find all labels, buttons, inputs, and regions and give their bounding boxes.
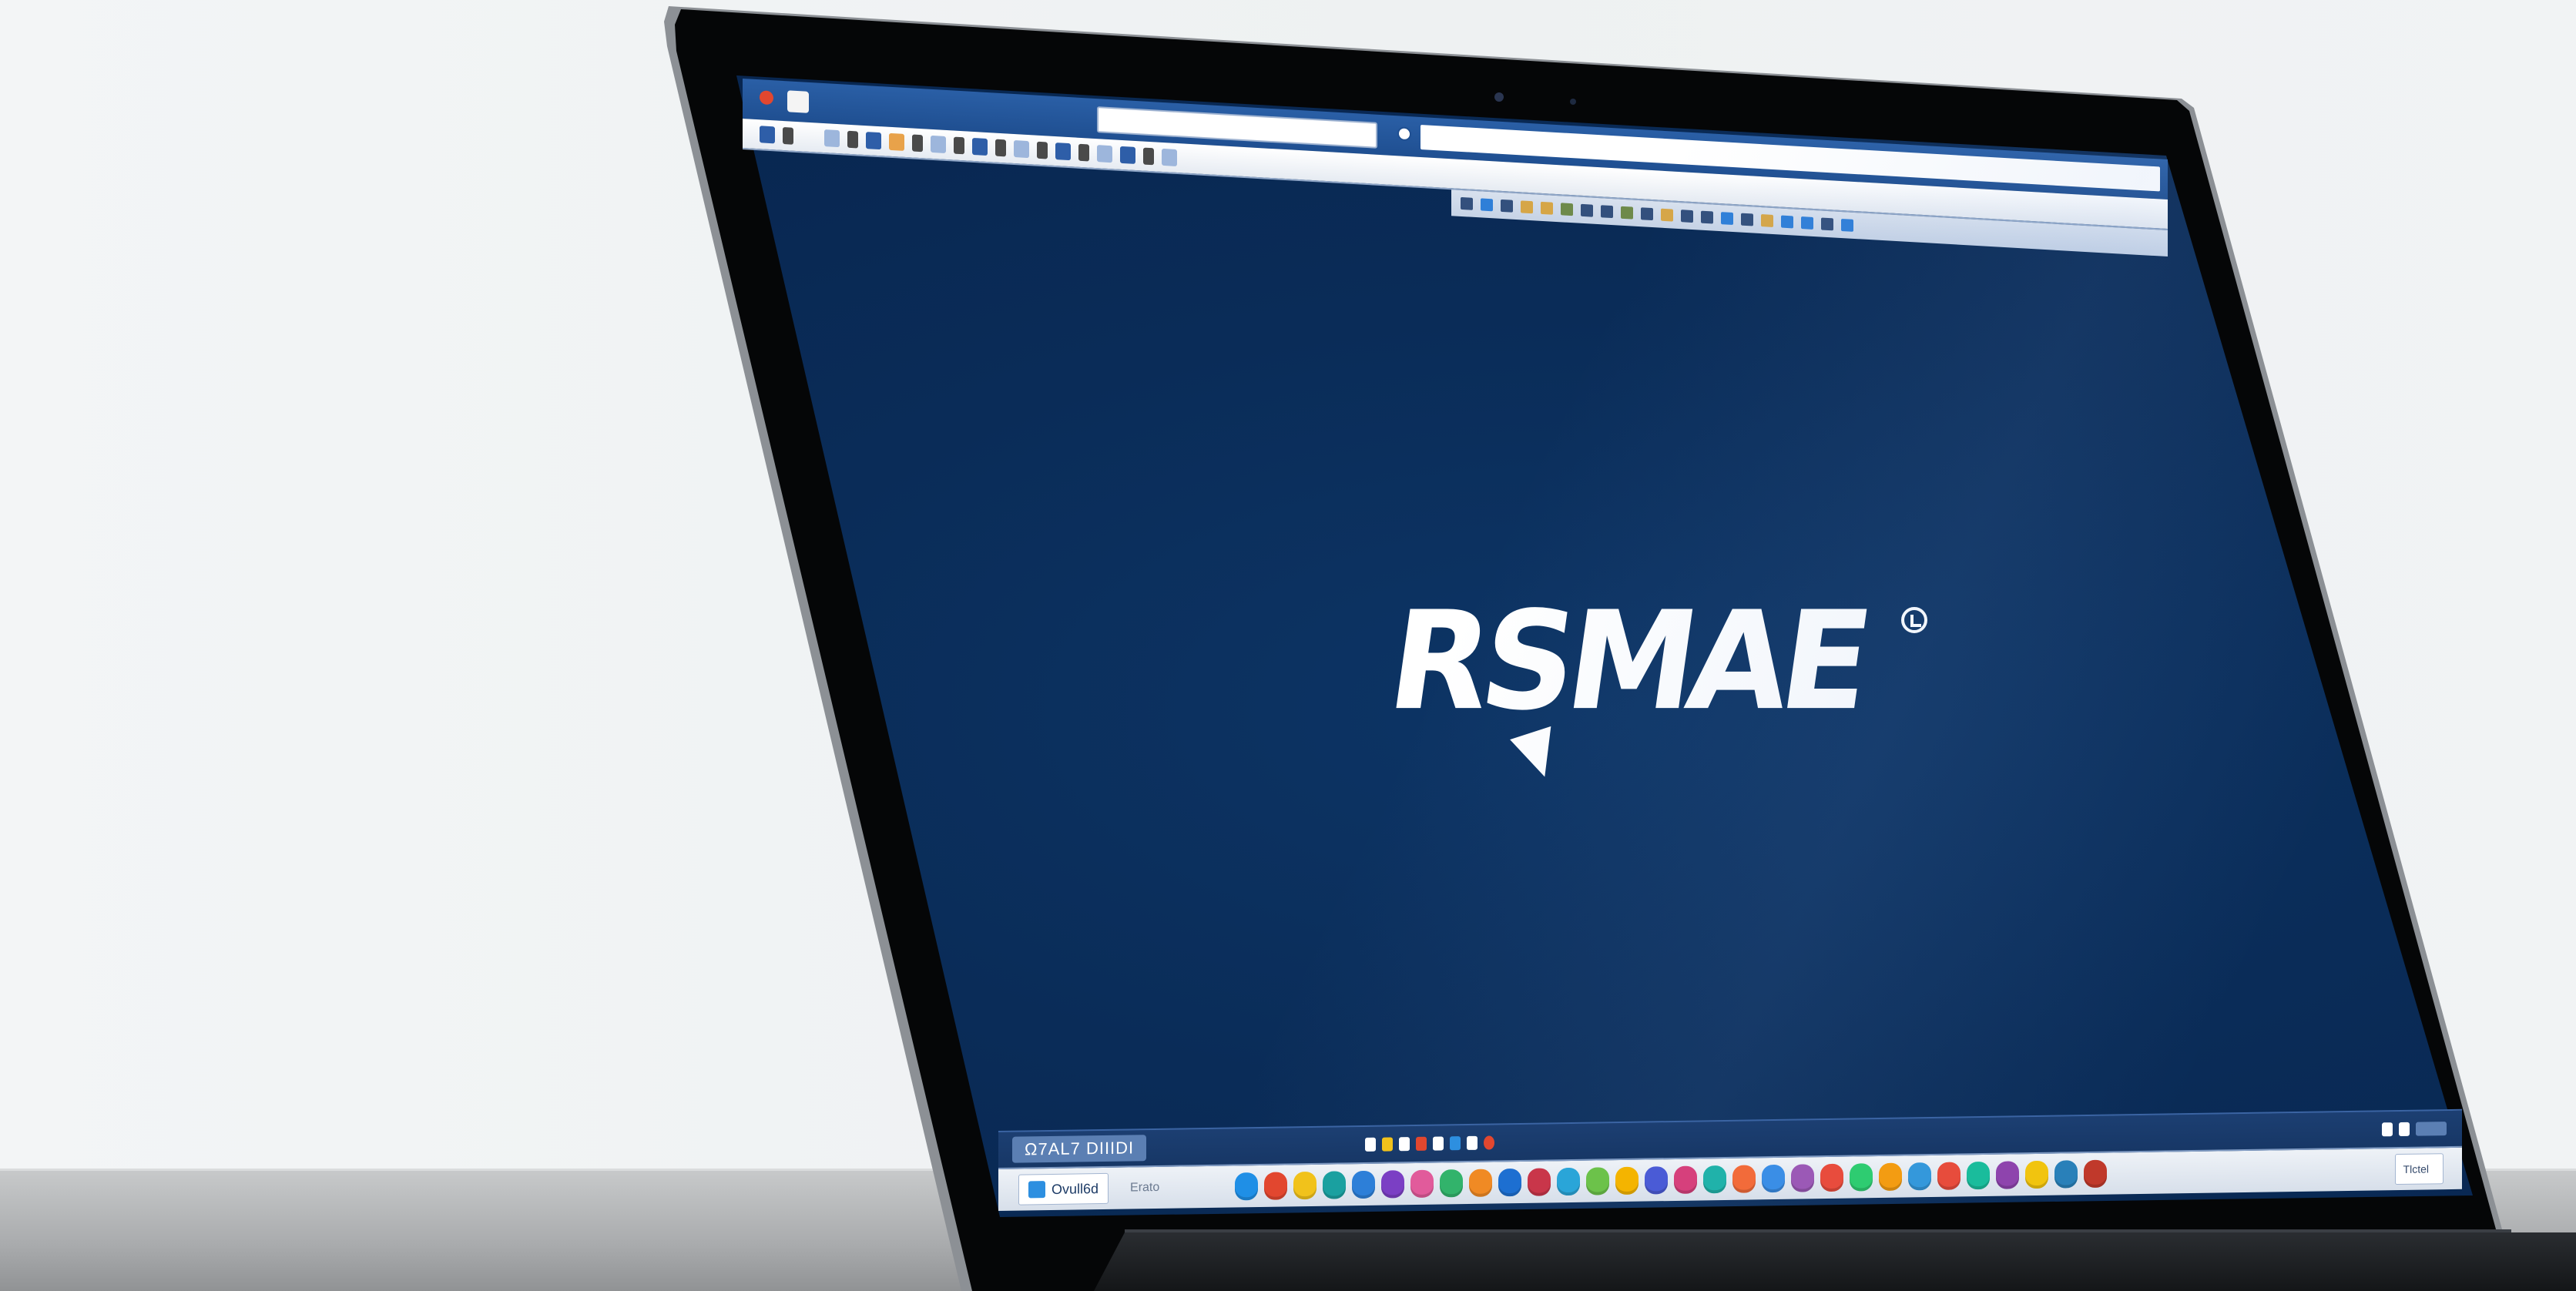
italic-icon[interactable] xyxy=(1143,147,1154,166)
start-button[interactable]: Ovull6d xyxy=(1018,1172,1109,1205)
dock-app-icon[interactable] xyxy=(2054,1160,2078,1189)
view-icon[interactable] xyxy=(824,129,840,148)
ribbon-icon[interactable] xyxy=(1501,199,1513,213)
refresh-icon[interactable] xyxy=(1397,126,1411,142)
dock-app-icon[interactable] xyxy=(1996,1161,2020,1189)
start-label: Ovull6d xyxy=(1052,1180,1099,1197)
tray-icon[interactable] xyxy=(1433,1136,1444,1151)
registered-mark-icon xyxy=(1901,607,1927,633)
ribbon-icon[interactable] xyxy=(1481,198,1493,212)
dock-app-icon[interactable] xyxy=(1440,1169,1464,1198)
tray-icon[interactable] xyxy=(1484,1135,1494,1150)
dock-app-icon[interactable] xyxy=(1410,1169,1434,1199)
dock-app-icon[interactable] xyxy=(1850,1163,1873,1192)
tray-icon[interactable] xyxy=(1399,1137,1410,1152)
window-icon[interactable] xyxy=(889,132,904,151)
close-button[interactable] xyxy=(760,90,773,106)
format-icon[interactable] xyxy=(847,130,858,149)
dock-app-icon[interactable] xyxy=(1703,1165,1727,1194)
tray-icon[interactable] xyxy=(1450,1136,1461,1151)
file-icon[interactable] xyxy=(760,126,775,144)
ribbon-icon[interactable] xyxy=(1741,213,1753,226)
sensor-icon xyxy=(1570,99,1576,105)
dock-app-icon[interactable] xyxy=(1264,1172,1288,1200)
dock-app-icon[interactable] xyxy=(1381,1170,1405,1199)
find-icon[interactable] xyxy=(1097,145,1112,163)
ribbon-icon[interactable] xyxy=(1681,210,1693,223)
search-input[interactable]: Erato xyxy=(1122,1174,1230,1202)
ribbon-icon[interactable] xyxy=(1801,216,1813,230)
bold-icon[interactable] xyxy=(1120,146,1135,164)
ribbon-icon[interactable] xyxy=(1781,215,1793,229)
dock-app-icon[interactable] xyxy=(1674,1165,1698,1194)
dock-app-icon[interactable] xyxy=(1908,1162,1932,1191)
ribbon-icon[interactable] xyxy=(1561,203,1573,216)
taskbar-window-tab[interactable]: Ω7AL7 DIIIDI xyxy=(1012,1135,1147,1163)
logo-wordmark: RSMAE xyxy=(1380,582,1874,741)
tray-label: Tlctel xyxy=(2403,1162,2429,1175)
tray-icon[interactable] xyxy=(1382,1137,1393,1152)
help-icon[interactable] xyxy=(912,134,923,153)
dock-app-icon[interactable] xyxy=(1762,1164,1786,1193)
tray-icon[interactable] xyxy=(1467,1135,1478,1150)
tray-icon[interactable] xyxy=(1416,1136,1427,1151)
dock-app-icon[interactable] xyxy=(1879,1162,1903,1192)
tray-icon[interactable] xyxy=(1365,1137,1376,1152)
dock-app-icon[interactable] xyxy=(1557,1167,1581,1196)
copy-icon[interactable] xyxy=(1055,143,1071,161)
dock-app-icon[interactable] xyxy=(1528,1168,1551,1196)
ribbon-icon[interactable] xyxy=(1761,214,1773,227)
app-dock xyxy=(1235,1159,2108,1201)
ribbon-icon[interactable] xyxy=(1521,200,1533,214)
laptop-keyboard-base xyxy=(1094,1232,2576,1291)
ribbon-icon[interactable] xyxy=(1701,210,1713,224)
redo-icon[interactable] xyxy=(1014,139,1029,159)
zoom-icon[interactable] xyxy=(931,135,946,153)
window-title xyxy=(787,90,809,113)
tray-icon[interactable] xyxy=(2399,1122,2410,1137)
tray-button[interactable] xyxy=(2416,1122,2447,1136)
webcam-icon xyxy=(1494,92,1504,102)
tools-icon[interactable] xyxy=(866,132,881,150)
dock-app-icon[interactable] xyxy=(1498,1168,1522,1197)
system-tray[interactable]: Tlctel xyxy=(2394,1153,2444,1185)
photo-scene: RSMAE Ω7AL7 DIIIDI Ovull6d Erato Tlctel xyxy=(0,0,2576,1291)
windows-logo-icon xyxy=(1028,1181,1045,1199)
ribbon-icon[interactable] xyxy=(1841,218,1853,232)
save-icon[interactable] xyxy=(972,137,988,156)
dock-app-icon[interactable] xyxy=(2084,1159,2108,1189)
dock-app-icon[interactable] xyxy=(1352,1170,1376,1199)
print-icon[interactable] xyxy=(954,136,964,155)
dock-app-icon[interactable] xyxy=(1732,1165,1756,1193)
ribbon-icon[interactable] xyxy=(1601,205,1613,219)
ribbon-icon[interactable] xyxy=(1541,201,1553,215)
dock-app-icon[interactable] xyxy=(1937,1162,1961,1190)
underline-icon[interactable] xyxy=(1162,148,1177,167)
dock-app-icon[interactable] xyxy=(1323,1171,1347,1199)
ribbon-icon[interactable] xyxy=(1721,212,1733,226)
dock-app-icon[interactable] xyxy=(1586,1167,1610,1195)
ribbon-icon[interactable] xyxy=(1621,206,1633,220)
tray-icon[interactable] xyxy=(2382,1122,2393,1137)
ribbon-icon[interactable] xyxy=(1581,203,1593,217)
cut-icon[interactable] xyxy=(1037,141,1048,159)
ribbon-icon[interactable] xyxy=(1661,208,1673,222)
dock-app-icon[interactable] xyxy=(2025,1160,2049,1189)
dock-app-icon[interactable] xyxy=(1293,1171,1317,1200)
dock-app-icon[interactable] xyxy=(1645,1166,1669,1195)
brand-logo: RSMAE xyxy=(1380,582,1955,824)
edit-icon[interactable] xyxy=(783,126,793,145)
undo-icon[interactable] xyxy=(995,139,1006,157)
dock-app-icon[interactable] xyxy=(1469,1169,1493,1197)
ribbon-icon[interactable] xyxy=(1641,207,1653,221)
dock-app-icon[interactable] xyxy=(1615,1166,1639,1195)
paste-icon[interactable] xyxy=(1078,143,1089,162)
dock-app-icon[interactable] xyxy=(1967,1161,1991,1190)
dock-app-icon[interactable] xyxy=(1235,1172,1259,1201)
ribbon-icon[interactable] xyxy=(1461,196,1473,210)
ribbon-icon[interactable] xyxy=(1821,217,1833,231)
dock-app-icon[interactable] xyxy=(1791,1164,1815,1192)
dock-app-icon[interactable] xyxy=(1820,1163,1844,1192)
